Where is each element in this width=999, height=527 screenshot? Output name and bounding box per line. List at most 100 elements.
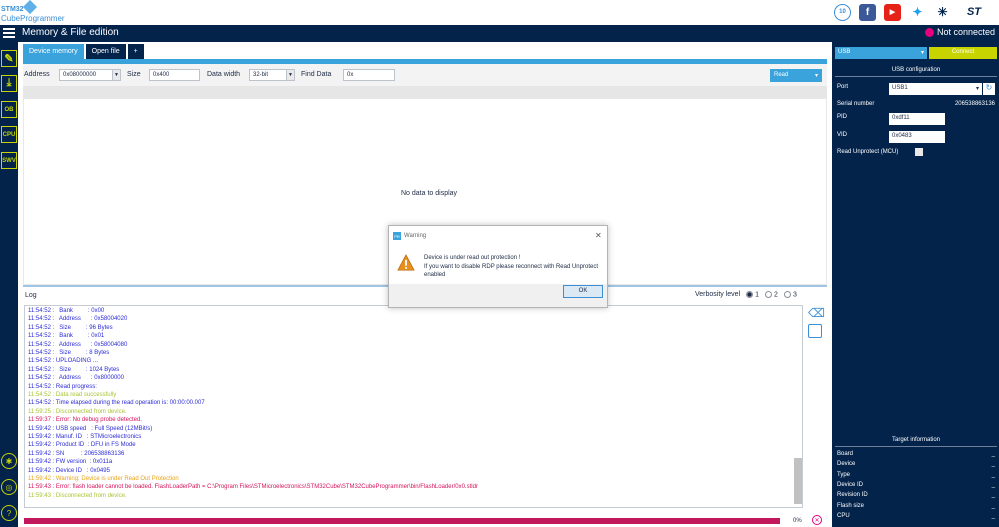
- hamburger-menu-icon[interactable]: [3, 28, 15, 39]
- save-log-icon[interactable]: [808, 324, 822, 338]
- verbosity-level-2: 2: [774, 291, 778, 299]
- radio-icon: [783, 291, 791, 298]
- cancel-icon[interactable]: ✕: [812, 515, 822, 525]
- target-info-value: _: [991, 512, 995, 519]
- target-icon[interactable]: ◎: [1, 479, 17, 495]
- log-line: 11:54:52 : Size : 8 Bytes: [28, 350, 110, 356]
- size-input[interactable]: 0x400: [149, 69, 200, 81]
- pid-label: PID: [837, 114, 848, 120]
- refresh-icon[interactable]: ↻: [983, 83, 995, 95]
- verbosity-option-1[interactable]: 1: [746, 291, 759, 298]
- read-button-label: Read: [774, 72, 789, 78]
- empty-state-text: No data to display: [401, 190, 458, 197]
- target-info-value: _: [991, 461, 995, 468]
- connection-status-text: Not connected: [936, 27, 995, 37]
- target-info-label: Flash size: [837, 502, 865, 509]
- log-line: 11:59:43 : Error: flash loader cannot be…: [28, 484, 478, 491]
- dialog-message-line1: Device is under read out protection !: [424, 255, 521, 261]
- find-data-input[interactable]: 0x: [343, 69, 395, 81]
- target-info-label: Device: [837, 461, 856, 468]
- memory-edit-pencil-icon[interactable]: ✎: [1, 50, 17, 67]
- target-info-value: _: [991, 451, 995, 457]
- log-scrollbar[interactable]: [794, 458, 802, 504]
- progress-bar: [24, 518, 780, 524]
- log-line: 11:54:52 : Address : 0x58004080: [28, 341, 128, 348]
- anniversary-icon[interactable]: 10: [834, 3, 851, 21]
- help-icon[interactable]: ?: [1, 505, 17, 521]
- log-line: 11:59:42 : Product ID : DFU in FS Mode: [28, 442, 136, 449]
- connect-button[interactable]: Connect: [929, 47, 997, 59]
- log-line: 11:59:43 : Disconnected from device.: [28, 492, 127, 499]
- warning-dialog: PR Warning ✕ Device is under read out pr…: [388, 225, 608, 308]
- page-title: Memory & File edition: [22, 27, 119, 38]
- read-button[interactable]: Read ▾: [770, 69, 822, 82]
- title-bar: Memory & File edition Not connected: [0, 25, 999, 42]
- vid-label: VID: [837, 132, 848, 138]
- log-line: 11:59:42 : USB speed : Full Speed (12MBi…: [28, 425, 153, 432]
- st-logo-icon[interactable]: ST: [959, 3, 989, 21]
- target-info-row: Device _: [837, 461, 995, 467]
- download-icon[interactable]: ⤓: [1, 75, 17, 92]
- log-line: 11:59:42 : Manuf. ID : STMicroelectronic…: [28, 434, 142, 440]
- log-console[interactable]: 11:54:52 : Bank : 0x00 11:54:52 : Address…: [24, 305, 803, 508]
- radio-icon: [765, 291, 773, 298]
- sidebar-item-swv[interactable]: SWV: [1, 152, 17, 169]
- target-info-title: Target information: [835, 437, 997, 447]
- warning-icon: [397, 254, 415, 271]
- tab-open-file[interactable]: Open file: [85, 44, 126, 59]
- network-icon[interactable]: ✱: [1, 453, 17, 469]
- tab-add[interactable]: +: [127, 44, 144, 59]
- target-info-value: _: [991, 502, 995, 509]
- youtube-icon[interactable]: ▶: [884, 3, 901, 21]
- target-info-value: _: [991, 481, 995, 488]
- verbosity-level-1: 1: [755, 291, 760, 299]
- social-links: 10 f ▶ ✦ ✳ ST: [834, 3, 989, 21]
- logo-line1: STM32: [1, 6, 24, 13]
- target-info-row: Device ID _: [837, 482, 995, 488]
- target-info-label: Board: [837, 451, 854, 457]
- log-line: 11:54:52 : Size : 96 Bytes: [28, 324, 113, 331]
- target-info-label: Type: [837, 471, 851, 478]
- facebook-icon[interactable]: f: [859, 3, 876, 21]
- memory-tabs: Device memory Open file +: [23, 44, 144, 59]
- memory-toolbar: Address 0x08000000 ▼ Size 0x400 Data wid…: [23, 64, 827, 86]
- log-line: 11:54:52 : Read progress:: [28, 383, 97, 390]
- port-select[interactable]: USB1 ▾: [889, 83, 982, 95]
- log-line: 11:54:52 : Address : 0x58004020: [28, 316, 128, 323]
- log-label: Log: [25, 292, 37, 299]
- chevron-down-icon[interactable]: ▼: [286, 69, 295, 81]
- clear-log-brush-icon[interactable]: ⌫: [808, 306, 825, 320]
- log-line: 11:59:25 : Disconnected from device.: [28, 408, 127, 415]
- target-info-row: Revision ID _: [837, 492, 995, 498]
- target-info-label: CPU: [837, 512, 850, 519]
- data-width-label: Data width: [207, 71, 241, 78]
- chevron-down-icon[interactable]: ▼: [112, 69, 121, 81]
- tab-device-memory[interactable]: Device memory: [23, 44, 84, 59]
- cube-icon: [22, 0, 38, 15]
- pid-input[interactable]: 0xdf11: [889, 113, 945, 125]
- address-input[interactable]: 0x08000000: [59, 69, 113, 81]
- twitter-icon[interactable]: ✦: [909, 3, 926, 21]
- size-label: Size: [127, 71, 141, 78]
- read-unprotect-checkbox[interactable]: [915, 148, 923, 156]
- target-info-value: _: [991, 471, 995, 478]
- vid-input[interactable]: 0x0483: [889, 131, 945, 143]
- dialog-titlebar: PR Warning ✕: [389, 226, 607, 246]
- log-line: 11:54:52 : Time elapsed during the read …: [28, 400, 205, 407]
- close-icon[interactable]: ✕: [595, 231, 602, 240]
- chevron-down-icon: ▾: [975, 86, 979, 92]
- network-icon[interactable]: ✳: [934, 3, 951, 21]
- port-label: Port: [837, 84, 849, 90]
- target-info-row: Flash size _: [837, 503, 995, 509]
- verbosity-option-3[interactable]: 3: [783, 291, 797, 298]
- data-width-select[interactable]: 32-bit: [249, 69, 287, 81]
- sidebar-item-cpu[interactable]: CPU: [1, 126, 17, 143]
- memory-grid-header: [23, 86, 827, 98]
- ok-button[interactable]: OK: [563, 285, 603, 298]
- sidebar-item-ob[interactable]: OB: [1, 101, 17, 118]
- verbosity-option-2[interactable]: 2: [765, 291, 778, 298]
- interface-select[interactable]: USB ▾: [835, 47, 927, 59]
- log-line: 11:59:37 : Error: No debug probe detecte…: [28, 417, 142, 424]
- log-line: 11:54:52 : Bank : 0x01: [28, 333, 105, 340]
- chevron-down-icon: ▾: [920, 50, 924, 56]
